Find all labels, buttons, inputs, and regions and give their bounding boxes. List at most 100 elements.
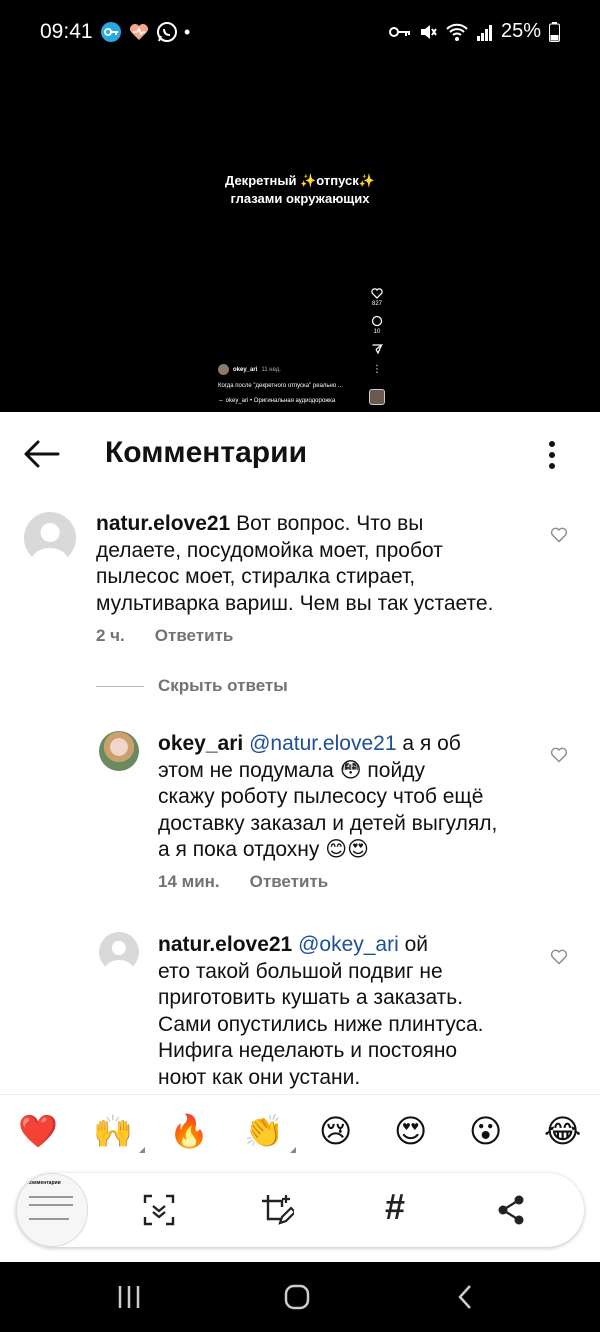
avatar[interactable] (99, 932, 139, 972)
video-side-actions: 827 10 ⋮ (367, 288, 387, 379)
video-comment-icon[interactable] (371, 315, 383, 327)
system-nav-bar (0, 1262, 600, 1332)
emoji-clapping-glyph: 👏 (244, 1113, 284, 1149)
reply-line: доставку заказал и детей выгулял, (158, 811, 498, 835)
reply-line: приготовить кушать а заказать. (158, 986, 464, 1009)
key-app-icon (101, 22, 121, 42)
emoji-fire[interactable]: 🔥 (169, 1113, 209, 1149)
comment-line: мультиварка вариш. Чем вы так устаете. (96, 591, 494, 615)
back-arrow-icon[interactable] (22, 438, 60, 470)
scroll-capture-icon[interactable] (142, 1193, 176, 1227)
comment-text: natur.elove21 Вот вопрос. Что вы делаете… (96, 511, 546, 617)
emoji-heart[interactable]: ❤️ (18, 1113, 58, 1149)
comment-line: Вот вопрос. Что вы (236, 512, 424, 535)
screenshot-thumbnail[interactable]: Комментарии (16, 1173, 88, 1247)
signal-icon (476, 24, 492, 41)
emoji-surprised[interactable]: 😮 (469, 1113, 502, 1149)
divider (96, 685, 144, 687)
avatar[interactable] (24, 512, 76, 564)
emoji-crying[interactable]: 😢 (319, 1113, 352, 1149)
video-caption-line1: Декретный ✨отпуск✨ (225, 173, 375, 188)
like-heart-icon[interactable] (550, 527, 568, 543)
reply-line: ой (404, 933, 429, 956)
whatsapp-icon (157, 22, 177, 42)
thumbnail-line (29, 1218, 69, 1220)
emoji-clapping[interactable]: 👏 (244, 1113, 296, 1153)
reply-line: этом не подумала 😳 пойду (158, 758, 425, 782)
reply-username[interactable]: okey_ari (158, 732, 243, 755)
reply-time: 14 мин. (158, 872, 220, 891)
comment-username[interactable]: natur.elove21 (96, 512, 230, 535)
comment-line: делаете, посудомойка моет, пробот (96, 538, 443, 562)
notification-dot: • (184, 21, 191, 42)
emoji-raised-hands[interactable]: 🙌 (93, 1113, 145, 1153)
video-author[interactable]: okey_ari 11 нед. (218, 364, 281, 375)
reply-line: а я об (402, 732, 461, 755)
comment-line: пылесос моет, стиралка стирает, (96, 565, 416, 588)
page-title: Комментарии (105, 436, 308, 469)
reply-line: ето такой большой подвиг не (158, 959, 443, 983)
reply-meta: 14 мин. Ответить (158, 872, 328, 892)
status-time: 09:41 (40, 20, 93, 43)
reply-line: ноют как они устани. (158, 1065, 361, 1089)
comment-time: 2 ч. (96, 626, 125, 645)
video-audio-thumbnail[interactable] (369, 389, 385, 405)
more-options-icon[interactable] (544, 440, 560, 470)
like-heart-icon[interactable] (550, 949, 568, 965)
reply-text: okey_ari @natur.elove21 а я об этом не п… (158, 731, 538, 864)
hide-replies-label: Скрыть ответы (158, 676, 288, 695)
comments-header: Комментарии (0, 412, 600, 498)
reply-username[interactable]: natur.elove21 (158, 933, 292, 956)
video-preview[interactable]: 09:41 • 25% Декретный ✨отпуск✨ глазами о… (0, 0, 600, 412)
video-like-icon[interactable] (371, 288, 383, 299)
video-caption: Декретный ✨отпуск✨ глазами окружающих (0, 172, 600, 208)
hide-replies-toggle[interactable]: Скрыть ответы (96, 676, 288, 696)
emoji-reaction-bar: ❤️ 🙌 🔥 👏 😢 😍 😮 😂 (0, 1094, 600, 1166)
video-audio[interactable]: ⇔ okey_ari • Оригинальная аудиодорожка (218, 398, 335, 404)
video-description[interactable]: Когда после "декретного отпуска" реально… (218, 383, 343, 389)
video-author-name: okey_ari (233, 366, 258, 373)
emoji-heart-eyes[interactable]: 😍 (394, 1113, 427, 1149)
recent-apps-icon[interactable] (117, 1284, 141, 1310)
hashtag-icon[interactable]: # (378, 1187, 412, 1227)
video-share-icon[interactable] (371, 343, 383, 355)
emoji-laughing[interactable]: 😂 (544, 1113, 581, 1149)
emoji-raised-hands-glyph: 🙌 (93, 1113, 133, 1149)
video-caption-line2: глазами окружающих (230, 191, 370, 206)
battery-icon (549, 21, 560, 42)
key-icon (388, 26, 410, 37)
reply-line: Нифига неделають и постояно (158, 1039, 458, 1062)
thumbnail-line (29, 1204, 73, 1206)
battery-percent: 25% (500, 20, 541, 42)
back-nav-icon[interactable] (456, 1284, 474, 1310)
screenshot-toolbar: Комментарии # (16, 1173, 584, 1247)
video-more-icon[interactable]: ⋮ (372, 365, 382, 375)
avatar[interactable] (99, 731, 139, 771)
home-icon[interactable] (284, 1284, 310, 1310)
status-bar: 09:41 • 25% (0, 0, 600, 66)
wifi-icon (446, 23, 468, 41)
reply-line: Сами опустились ниже плинтуса. (158, 1012, 484, 1036)
thumbnail-title: Комментарии (27, 1180, 61, 1186)
thumbnail-line (29, 1196, 73, 1198)
crop-edit-icon[interactable] (260, 1193, 294, 1227)
mute-icon (420, 24, 437, 39)
reply-line: скажу роботу пылесосу чтоб ещё (158, 785, 484, 808)
status-right-icons: 25% (388, 20, 560, 43)
video-time-ago: 11 нед. (261, 366, 281, 373)
share-icon[interactable] (494, 1193, 528, 1227)
video-like-count: 827 (371, 301, 382, 307)
skin-tone-indicator (289, 1147, 296, 1153)
video-comment-count: 10 (373, 329, 381, 335)
reply-text: natur.elove21 @okey_ari ой ето такой бол… (158, 932, 538, 1091)
reply-mention[interactable]: @natur.elove21 (249, 732, 396, 755)
reply-mention[interactable]: @okey_ari (298, 933, 399, 956)
comment-meta: 2 ч. Ответить (96, 626, 233, 646)
heart-app-icon (130, 24, 148, 40)
like-heart-icon[interactable] (550, 747, 568, 763)
status-left-icons: • (100, 21, 190, 43)
video-author-avatar (218, 364, 229, 375)
reply-line: а я пока отдохну 😊😍 (158, 838, 369, 861)
reply-button[interactable]: Ответить (155, 626, 234, 646)
reply-button[interactable]: Ответить (250, 872, 329, 892)
